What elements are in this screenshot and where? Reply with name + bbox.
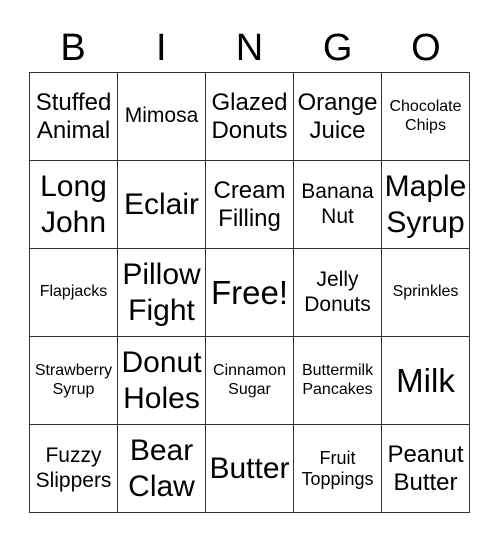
free-space-cell[interactable]: Free!: [206, 249, 294, 337]
bingo-cell-label: Butter: [209, 451, 290, 485]
bingo-cell[interactable]: Cream Filling: [206, 161, 294, 249]
bingo-cell[interactable]: Banana Nut: [294, 161, 382, 249]
bingo-cell[interactable]: Bear Claw: [118, 425, 206, 513]
bingo-cell[interactable]: Strawberry Syrup: [30, 337, 118, 425]
bingo-cell-label: Cinnamon Sugar: [213, 362, 286, 398]
bingo-cell[interactable]: Flapjacks: [30, 249, 118, 337]
bingo-cell[interactable]: Milk: [382, 337, 470, 425]
bingo-cell[interactable]: Jelly Donuts: [294, 249, 382, 337]
bingo-cell-label: Pillow Fight: [122, 257, 201, 327]
bingo-cell[interactable]: Peanut Butter: [382, 425, 470, 513]
bingo-cell-label: Jelly Donuts: [304, 268, 371, 316]
bingo-cell-label: Orange Juice: [297, 88, 378, 144]
bingo-cell-label: Buttermilk Pancakes: [301, 362, 374, 398]
header-letter-g: G: [322, 27, 353, 69]
bingo-cell[interactable]: Long John: [30, 161, 118, 249]
bingo-cell-label: Chocolate Chips: [389, 98, 462, 134]
bingo-card-grid: Stuffed Animal Mimosa Glazed Donuts Orange …: [29, 72, 470, 513]
bingo-cell[interactable]: Sprinkles: [382, 249, 470, 337]
bingo-cell-label: Stuffed Animal: [35, 88, 112, 144]
bingo-cell[interactable]: Eclair: [118, 161, 206, 249]
bingo-cell-label: Banana Nut: [301, 180, 374, 228]
bingo-cell-label: Glazed Donuts: [211, 88, 288, 144]
bingo-cell-label: Fuzzy Slippers: [35, 444, 112, 492]
bingo-cell-label: Peanut Butter: [387, 440, 464, 496]
bingo-cell-label: Mimosa: [124, 104, 199, 128]
bingo-cell-label: Eclair: [123, 187, 199, 221]
bingo-cell[interactable]: Fruit Toppings: [294, 425, 382, 513]
bingo-cell-label: Donut Holes: [121, 345, 202, 415]
bingo-cell[interactable]: Orange Juice: [294, 73, 382, 161]
bingo-cell[interactable]: Maple Syrup: [382, 161, 470, 249]
bingo-cell[interactable]: Glazed Donuts: [206, 73, 294, 161]
bingo-cell[interactable]: Fuzzy Slippers: [30, 425, 118, 513]
header-letter-o: O: [411, 27, 441, 69]
bingo-cell-label: Free!: [210, 273, 289, 311]
bingo-cell[interactable]: Stuffed Animal: [30, 73, 118, 161]
bingo-cell-label: Fruit Toppings: [301, 447, 374, 489]
bingo-cell-label: Milk: [396, 361, 455, 399]
header-letter-n: N: [235, 27, 264, 69]
bingo-cell-label: Cream Filling: [213, 176, 286, 232]
bingo-cell[interactable]: Butter: [206, 425, 294, 513]
bingo-cell[interactable]: Chocolate Chips: [382, 73, 470, 161]
bingo-cell-label: Flapjacks: [39, 283, 108, 301]
bingo-cell-label: Maple Syrup: [384, 169, 467, 239]
bingo-cell-label: Bear Claw: [128, 433, 195, 503]
bingo-cell-label: Sprinkles: [392, 283, 459, 301]
bingo-cell-label: Long John: [40, 169, 107, 239]
bingo-cell[interactable]: Pillow Fight: [118, 249, 206, 337]
bingo-cell[interactable]: Buttermilk Pancakes: [294, 337, 382, 425]
bingo-cell-label: Strawberry Syrup: [34, 362, 113, 398]
header-letter-i: I: [156, 27, 167, 69]
bingo-cell[interactable]: Mimosa: [118, 73, 206, 161]
bingo-cell[interactable]: Cinnamon Sugar: [206, 337, 294, 425]
bingo-cell[interactable]: Donut Holes: [118, 337, 206, 425]
header-letter-b: B: [60, 27, 86, 69]
bingo-header: B I N G O: [29, 24, 470, 72]
